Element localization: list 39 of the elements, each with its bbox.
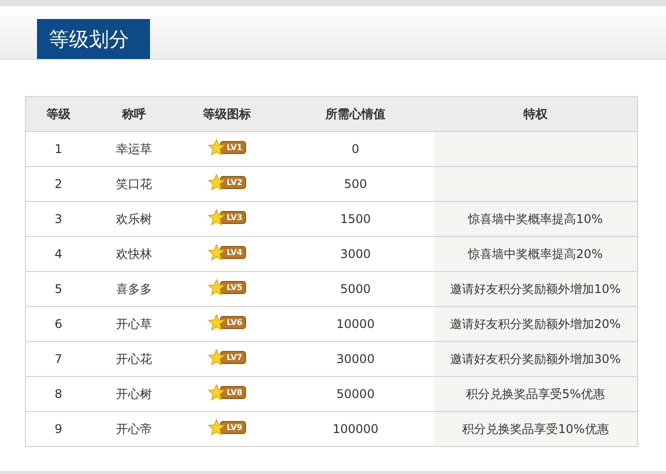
column-header: 等级图标 [177,96,277,132]
table-cell: 幸运草 [91,132,177,166]
column-header: 称呼 [91,96,177,132]
table-cell: 欢快林 [91,236,177,272]
table-cell: 欢乐树 [91,202,177,236]
privilege-cell: 惊喜墙中奖概率提高20% [434,236,638,272]
table-cell: 6 [26,306,91,342]
table-cell: 9 [26,412,91,446]
privilege-cell: 邀请好友积分奖励额外增加20% [434,306,638,342]
star-icon [208,174,225,191]
table-cell: 开心草 [91,306,177,342]
star-icon [208,139,225,156]
privilege-cell: 积分兑换奖品享受10%优惠 [434,412,638,446]
table-cell: 开心树 [91,376,177,412]
star-icon [208,244,225,261]
column-header: 等级 [26,96,91,132]
table-cell: 8 [26,376,91,412]
star-icon [208,384,225,401]
star-icon [208,279,225,296]
star-icon [208,349,225,366]
table-cell: 1 [26,132,91,166]
table-cell: 4 [26,236,91,272]
table-cell: 3 [26,202,91,236]
privilege-cell: 邀请好友积分奖励额外增加30% [434,342,638,376]
star-icon [208,209,225,226]
table-cell: 2 [26,166,91,202]
table-cell: 5 [26,272,91,306]
table-cell: 7 [26,342,91,376]
star-icon [208,419,225,436]
table-cell: 笑口花 [91,166,177,202]
privilege-cell: 积分兑换奖品享受5%优惠 [434,376,638,412]
privilege-cell: 邀请好友积分奖励额外增加10% [434,272,638,306]
table-cell: 喜多多 [91,272,177,306]
privilege-cell: 惊喜墙中奖概率提高10% [434,202,638,236]
column-header: 特权 [434,96,638,132]
column-header: 所需心情值 [277,96,434,132]
table-cell: 开心帝 [91,412,177,446]
star-icon [208,314,225,331]
table-cell: 开心花 [91,342,177,376]
